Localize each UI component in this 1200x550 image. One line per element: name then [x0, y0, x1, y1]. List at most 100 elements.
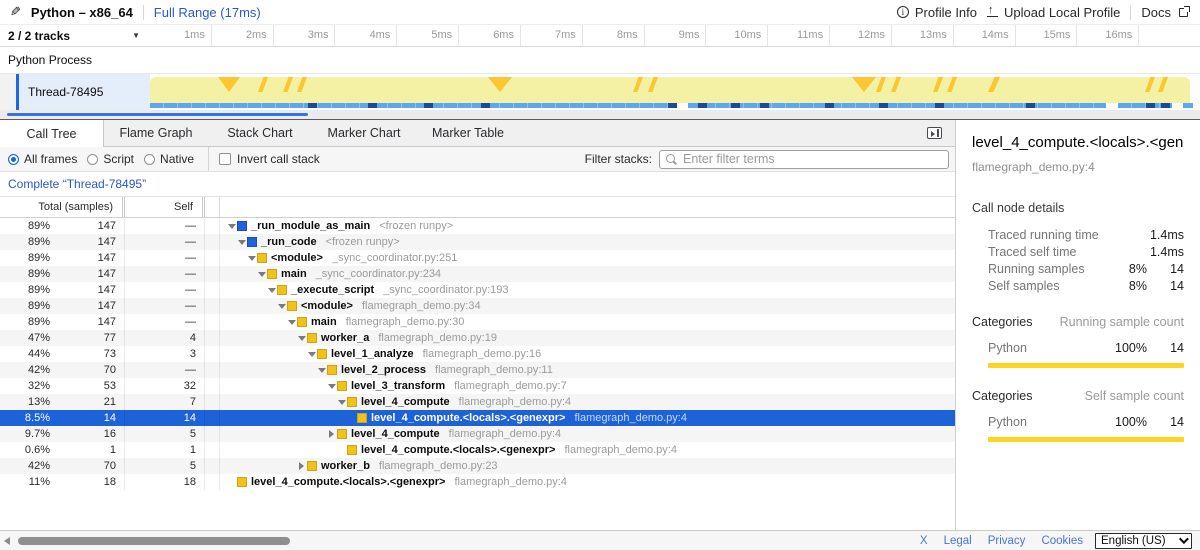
file-location: flamegraph_demo.py:30 [346, 316, 465, 328]
marker-slash[interactable] [297, 77, 307, 92]
table-row[interactable]: 42%70—level_2_processflamegraph_demo.py:… [0, 362, 955, 378]
profile-info-button[interactable]: i Profile Info [897, 5, 977, 20]
total-percent: 32% [0, 380, 50, 392]
self-samples: 5 [125, 426, 205, 442]
file-location: _sync_coordinator.py:234 [316, 268, 441, 280]
expand-arrow-icon[interactable] [326, 430, 337, 438]
marker-slash[interactable] [633, 77, 643, 92]
committed-range-bar[interactable] [7, 113, 308, 116]
collapse-arrow-icon[interactable] [226, 219, 237, 233]
marker-slash[interactable] [947, 77, 957, 92]
upload-profile-button[interactable]: Upload Local Profile [987, 5, 1120, 20]
full-range-button[interactable]: Full Range (17ms) [154, 5, 261, 20]
table-row[interactable]: 89%147—_run_code<frozen runpy> [0, 234, 955, 250]
marker-slash[interactable] [283, 77, 293, 92]
radio-label: Script [103, 152, 134, 166]
expand-arrow-icon[interactable] [296, 462, 307, 470]
radio-script[interactable]: Script [87, 152, 134, 166]
table-row[interactable]: 42%705worker_bflamegraph_demo.py:23 [0, 458, 955, 474]
collapse-arrow-icon[interactable] [286, 315, 297, 329]
marker-triangle[interactable] [218, 77, 240, 92]
collapse-arrow-icon[interactable] [316, 363, 327, 377]
table-row[interactable]: 89%147—_execute_script_sync_coordinator.… [0, 282, 955, 298]
marker-slash[interactable] [876, 77, 886, 92]
radio-all-frames[interactable]: All frames [8, 152, 77, 166]
category-square-icon [307, 333, 317, 343]
table-row[interactable]: 89%147—_run_module_as_main<frozen runpy> [0, 218, 955, 234]
ruler-tick: 16ms [1077, 25, 1139, 46]
marker-slash[interactable] [933, 77, 943, 92]
table-row[interactable]: 89%147—<module>flamegraph_demo.py:34 [0, 298, 955, 314]
tab-flame-graph[interactable]: Flame Graph [104, 120, 208, 146]
filter-input[interactable]: Enter filter terms [659, 150, 949, 169]
invert-call-stack-checkbox[interactable] [219, 153, 231, 165]
icon-column [205, 298, 220, 314]
tree-cell: _run_module_as_main<frozen runpy> [220, 218, 955, 234]
marker-slash[interactable] [1145, 77, 1155, 92]
footer-link-cookies[interactable]: Cookies [1041, 535, 1083, 547]
table-row[interactable]: 89%147—mainflamegraph_demo.py:30 [0, 314, 955, 330]
table-row[interactable]: 89%147—<module>_sync_coordinator.py:251 [0, 250, 955, 266]
column-header-total[interactable]: Total (samples) [0, 197, 125, 217]
icon-column [205, 378, 220, 394]
tab-bar: Call TreeFlame GraphStack ChartMarker Ch… [0, 120, 955, 147]
collapse-arrow-icon[interactable] [336, 395, 347, 409]
collapse-arrow-icon[interactable] [276, 299, 287, 313]
scroll-left-icon[interactable] [4, 537, 10, 545]
footer-link-privacy[interactable]: Privacy [988, 535, 1026, 547]
file-location: flamegraph_demo.py:16 [423, 348, 542, 360]
ruler-tick: 10ms [706, 25, 768, 46]
tracks-dropdown[interactable]: 2 / 2 tracks ▼ [0, 25, 150, 46]
tree-cell: <module>_sync_coordinator.py:251 [220, 250, 955, 266]
footer-link-x[interactable]: X [920, 535, 928, 547]
collapse-arrow-icon[interactable] [326, 379, 337, 393]
marker-slash[interactable] [1158, 77, 1168, 92]
marker-slash[interactable] [891, 77, 901, 92]
table-row[interactable]: 11%1818level_4_compute.<locals>.<genexpr… [0, 474, 955, 490]
collapse-arrow-icon[interactable] [236, 235, 247, 249]
sidebar-toggle-icon[interactable] [927, 127, 942, 139]
collapse-arrow-icon[interactable] [246, 251, 257, 265]
complete-thread-link[interactable]: Complete “Thread-78495” [8, 177, 146, 191]
table-header: Total (samples) Self [0, 197, 955, 218]
thread-track-label[interactable]: Thread-78495 [19, 74, 150, 110]
table-row[interactable]: 89%147—main_sync_coordinator.py:234 [0, 266, 955, 282]
scrollbar-thumb[interactable] [18, 537, 290, 545]
collapse-arrow-icon[interactable] [296, 331, 307, 345]
tree-cell: level_4_computeflamegraph_demo.py:4 [220, 426, 955, 442]
tab-marker-chart[interactable]: Marker Chart [312, 120, 416, 146]
tree-cell: level_4_compute.<locals>.<genexpr>flameg… [220, 410, 955, 426]
process-track[interactable]: Python Process [0, 47, 1200, 74]
marker-slash[interactable] [988, 77, 1000, 92]
table-row[interactable]: 0.6%11level_4_compute.<locals>.<genexpr>… [0, 442, 955, 458]
tab-call-tree[interactable]: Call Tree [0, 120, 104, 147]
footer-links: X Legal Privacy Cookies [920, 535, 1083, 547]
divider [208, 147, 209, 171]
language-select[interactable]: English (US) [1095, 533, 1192, 549]
marker-slash[interactable] [648, 77, 658, 92]
table-row[interactable]: 9.7%165level_4_computeflamegraph_demo.py… [0, 426, 955, 442]
collapse-arrow-icon[interactable] [256, 267, 267, 281]
collapse-arrow-icon[interactable] [266, 283, 277, 297]
total-samples: 70 [50, 362, 125, 378]
table-row[interactable]: 44%733level_1_analyzeflamegraph_demo.py:… [0, 346, 955, 362]
marker-triangle[interactable] [852, 77, 876, 92]
detail-row: Traced running time1.4ms [972, 226, 1184, 243]
radio-native[interactable]: Native [144, 152, 194, 166]
docs-link[interactable]: Docs [1141, 5, 1188, 20]
table-row[interactable]: 8.5%1414level_4_compute.<locals>.<genexp… [0, 410, 955, 426]
footer-link-legal[interactable]: Legal [944, 535, 972, 547]
table-row[interactable]: 47%774worker_aflamegraph_demo.py:19 [0, 330, 955, 346]
column-header-self[interactable]: Self [125, 197, 205, 217]
tab-marker-table[interactable]: Marker Table [416, 120, 520, 146]
collapse-arrow-icon[interactable] [306, 347, 317, 361]
marker-triangle[interactable] [488, 77, 512, 92]
table-row[interactable]: 13%217level_4_computeflamegraph_demo.py:… [0, 394, 955, 410]
category-row: Python100%14 [972, 413, 1184, 430]
table-row[interactable]: 32%5332level_3_transformflamegraph_demo.… [0, 378, 955, 394]
thread-activity-graph[interactable] [150, 74, 1200, 110]
marker-slash[interactable] [258, 77, 268, 92]
tab-stack-chart[interactable]: Stack Chart [208, 120, 312, 146]
edit-pencil-icon[interactable]: ✎ [10, 4, 21, 20]
chevron-down-icon: ▼ [132, 31, 140, 40]
